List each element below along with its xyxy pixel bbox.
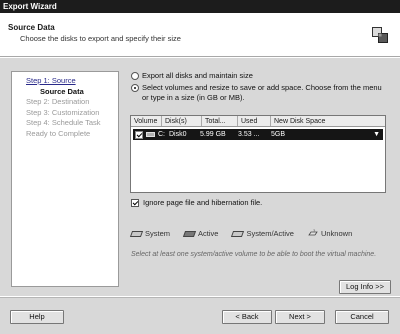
volume-checkbox[interactable]	[135, 130, 143, 139]
cell-new-disk-space[interactable]: 5GB	[271, 129, 331, 140]
ignore-page-file-checkbox[interactable]	[131, 198, 139, 207]
help-button[interactable]: Help	[10, 310, 64, 324]
step-schedule-task: Step 4: Schedule Task	[26, 118, 101, 127]
cancel-button[interactable]: Cancel	[335, 310, 389, 324]
export-all-label: Export all disks and maintain size	[142, 71, 253, 80]
step-destination: Step 2: Destination	[26, 97, 90, 106]
select-volumes-radio[interactable]	[131, 84, 139, 92]
step-ready-to-complete: Ready to Complete	[26, 128, 91, 138]
col-used[interactable]: Used	[238, 116, 271, 126]
select-volumes-label: Select volumes and resize to save or add…	[142, 83, 382, 102]
legend-unknown-label: Unknown	[320, 229, 353, 238]
cell-volume: C:	[158, 131, 165, 138]
unknown-volume-icon: ?	[308, 229, 318, 236]
volume-table: Volume Disk(s) Total... Used New Disk Sp…	[130, 115, 386, 193]
table-row[interactable]: C: Disk0 5.99 GB 3.53 ... 5GB ▼	[133, 129, 383, 140]
page-title: Source Data	[8, 23, 55, 32]
step-source-data: Source Data	[40, 86, 84, 96]
volume-table-header: Volume Disk(s) Total... Used New Disk Sp…	[131, 116, 385, 127]
ignore-page-file-option[interactable]: Ignore page file and hibernation file.	[131, 198, 262, 207]
log-info-button[interactable]: Log Info >>	[339, 280, 391, 294]
boot-note: Select at least one system/active volume…	[131, 251, 377, 258]
legend-system-active: System/Active	[231, 229, 294, 238]
col-new-disk-space[interactable]: New Disk Space	[271, 116, 385, 126]
disk-icon	[146, 132, 155, 137]
ignore-page-file-label: Ignore page file and hibernation file.	[143, 198, 263, 207]
wizard-header: Source Data Choose the disks to export a…	[0, 13, 400, 57]
chevron-down-icon[interactable]: ▼	[373, 129, 380, 140]
select-volumes-option[interactable]: Select volumes and resize to save or add…	[131, 83, 389, 102]
col-disks[interactable]: Disk(s)	[162, 116, 202, 126]
steps-panel: Step 1: Source Source Data Step 2: Desti…	[11, 71, 119, 287]
legend-active: Active	[182, 229, 219, 238]
step-source[interactable]: Step 1: Source	[26, 76, 118, 87]
cell-used: 3.53 ...	[238, 131, 260, 138]
legend-system: System	[129, 229, 171, 238]
page-subtitle: Choose the disks to export and specify t…	[20, 34, 181, 43]
cell-disk: Disk0	[169, 131, 187, 138]
next-button[interactable]: Next >	[275, 310, 325, 324]
step-customization: Step 3: Customization	[26, 107, 100, 117]
system-active-volume-icon	[231, 230, 245, 237]
wizard-logo-icon	[372, 27, 388, 43]
back-button[interactable]: < Back	[222, 310, 272, 324]
legend-system-label: System	[145, 229, 171, 238]
legend-unknown: ? Unknown	[308, 229, 352, 238]
col-volume[interactable]: Volume	[131, 116, 162, 126]
active-volume-icon	[182, 230, 197, 237]
system-volume-icon	[129, 230, 144, 237]
export-all-radio[interactable]	[131, 72, 139, 80]
window-titlebar: Export Wizard	[0, 0, 400, 13]
volume-legend: System Active System/Active ? Unknown	[129, 229, 352, 238]
col-total[interactable]: Total...	[202, 116, 238, 126]
legend-system-active-label: System/Active	[246, 229, 294, 238]
cell-total: 5.99 GB	[200, 131, 226, 138]
legend-active-label: Active	[198, 229, 219, 238]
export-all-option[interactable]: Export all disks and maintain size	[131, 71, 389, 81]
